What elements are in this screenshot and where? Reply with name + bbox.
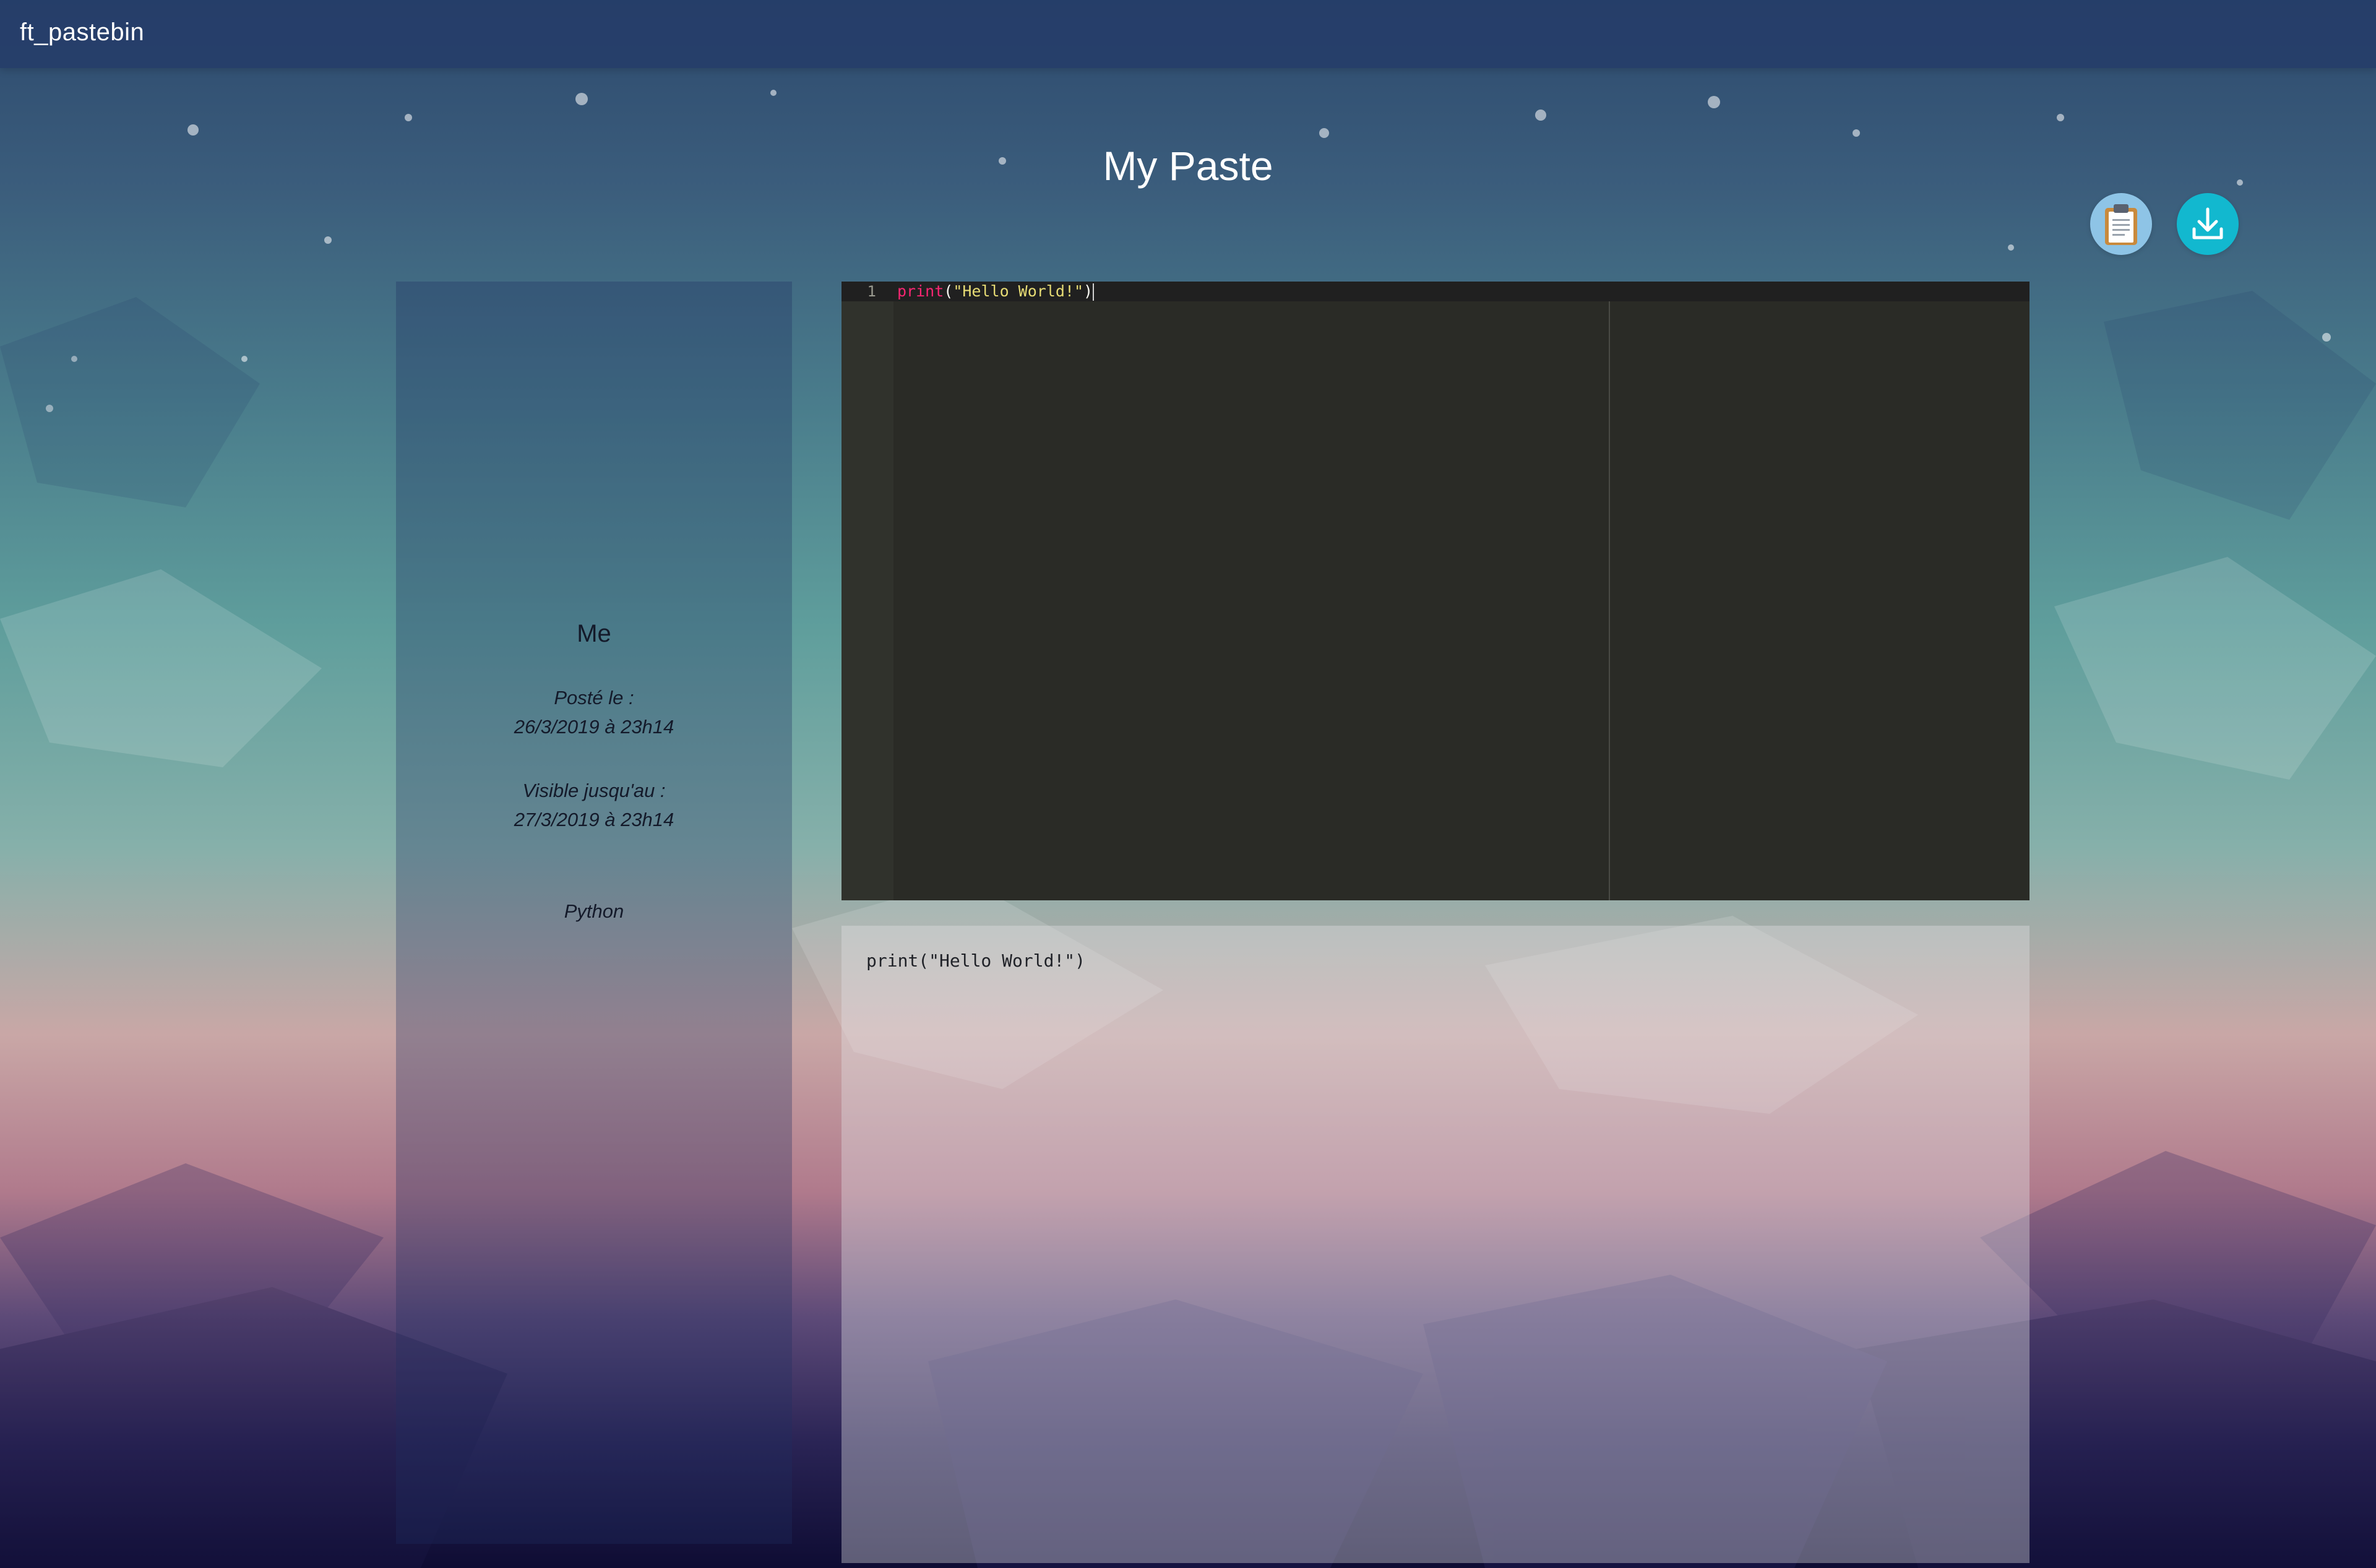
code-token-string: "Hello World!" xyxy=(953,282,1084,300)
brand-link[interactable]: ft_pastebin xyxy=(20,19,144,46)
top-navbar: ft_pastebin xyxy=(0,0,2376,68)
posted-label: Posté le : xyxy=(554,687,634,709)
preview-code: print("Hello World!") xyxy=(866,950,1086,971)
editor-gutter xyxy=(842,282,893,900)
download-icon xyxy=(2192,207,2223,239)
posted-date: 26/3/2019 à 23h14 xyxy=(514,716,674,738)
download-button[interactable] xyxy=(2177,193,2239,255)
code-token-function: print xyxy=(897,282,944,300)
copy-button[interactable] xyxy=(2090,193,2152,255)
clipboard-icon xyxy=(2105,204,2137,245)
visible-until-date: 27/3/2019 à 23h14 xyxy=(514,809,674,830)
paste-info-panel: Me Posté le : 26/3/2019 à 23h14 Visible … xyxy=(396,282,792,1544)
code-token-paren-close: ) xyxy=(1083,282,1093,300)
code-editor[interactable]: 1 print("Hello World!") xyxy=(842,282,2030,900)
visible-until-label: Visible jusqu'au : xyxy=(522,780,666,801)
code-token-paren-open: ( xyxy=(944,282,953,300)
code-preview: print("Hello World!") xyxy=(842,926,2030,1563)
line-number: 1 xyxy=(867,283,876,300)
text-cursor xyxy=(1093,283,1095,301)
code-line[interactable]: print("Hello World!") xyxy=(897,282,1095,301)
page-title: My Paste xyxy=(1103,143,1273,189)
print-margin-line xyxy=(1609,301,1610,900)
language-label: Python xyxy=(564,900,624,922)
author-name: Me xyxy=(577,620,611,647)
